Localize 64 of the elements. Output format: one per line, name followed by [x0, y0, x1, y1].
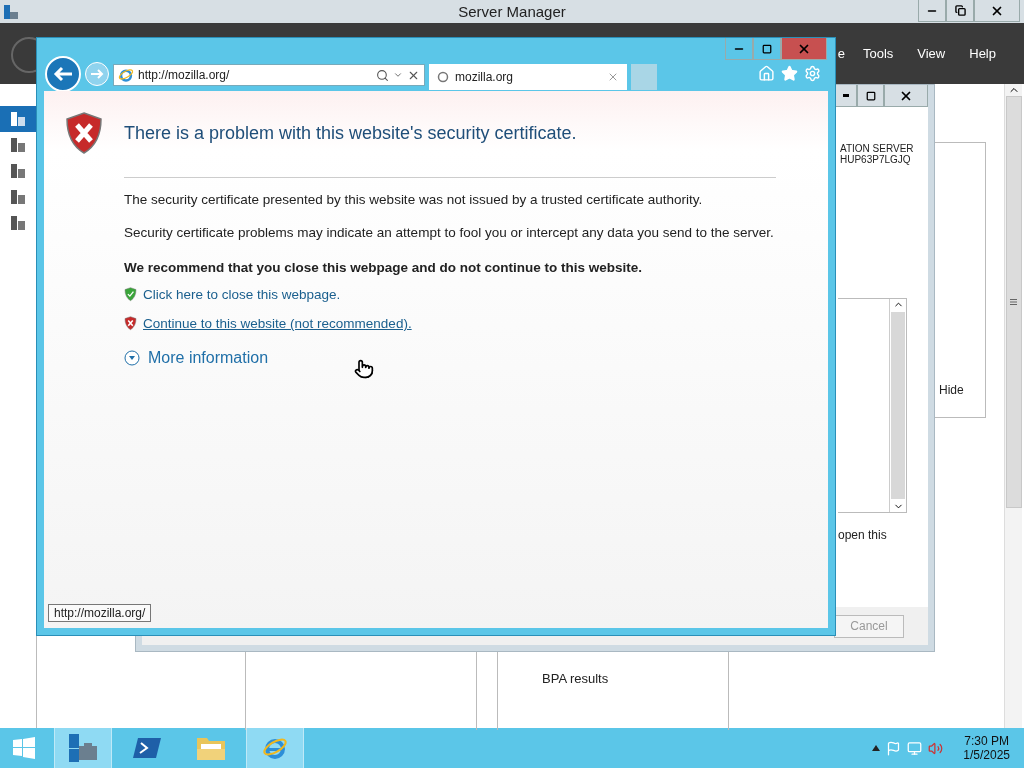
- sidebar-item[interactable]: [0, 106, 36, 132]
- server-text: HUP63P7LGJQ: [840, 154, 912, 165]
- arrow-left-icon: [53, 66, 73, 82]
- paragraph: The security certificate presented by this website was not issued by a trusted certificate authority.: [124, 191, 704, 209]
- restore-button[interactable]: [946, 0, 974, 22]
- maximize-button[interactable]: [857, 85, 884, 107]
- close-button[interactable]: [884, 85, 928, 107]
- scrollbar[interactable]: [889, 299, 906, 512]
- shield-icon: [124, 287, 137, 302]
- taskbar-button[interactable]: [54, 728, 112, 768]
- recommendation-text: We recommend that you close this webpage and do not continue to this website.: [124, 260, 644, 275]
- paragraph: Security certificate problems may indicate an attempt to fool you or intercept any data you send to the server.: [124, 224, 775, 242]
- dashboard-icon: [10, 215, 26, 231]
- maximize-button[interactable]: [753, 38, 781, 60]
- search-icon[interactable]: [376, 68, 389, 82]
- menu-item[interactable]: e: [837, 46, 851, 61]
- powershell-icon: [132, 735, 162, 761]
- scroll-thumb[interactable]: [1005, 96, 1022, 508]
- dashboard-icon: [10, 189, 26, 205]
- server-text: ATION SERVER: [840, 143, 914, 154]
- menu-item[interactable]: Tools: [850, 46, 906, 61]
- hand-cursor-icon: [354, 359, 374, 379]
- minimize-icon: [843, 94, 849, 97]
- browser-tab[interactable]: mozilla.org: [429, 64, 627, 90]
- hide-link[interactable]: Hide: [939, 383, 964, 397]
- scroll-thumb[interactable]: [891, 312, 905, 499]
- address-bar[interactable]: http://mozilla.org/: [113, 64, 425, 86]
- menu-item[interactable]: Help: [957, 46, 1008, 61]
- arrow-right-icon: [90, 68, 104, 80]
- dashboard-icon: [10, 111, 26, 127]
- maximize-icon: [762, 43, 772, 54]
- server-manager-icon: [3, 3, 19, 20]
- close-button[interactable]: [974, 0, 1020, 22]
- caret-icon[interactable]: [872, 745, 881, 751]
- expand-icon: [124, 350, 140, 366]
- shield-icon: [64, 111, 104, 155]
- browser-icon: [118, 67, 134, 83]
- server-manager-icon: [67, 732, 99, 764]
- star-icon[interactable]: [781, 65, 798, 82]
- link[interactable]: Continue to this website (not recommended).: [143, 316, 412, 331]
- grip-icon: [1010, 299, 1017, 305]
- scrollbar[interactable]: [1004, 84, 1022, 728]
- clock[interactable]: 7:30 PM 1/5/2025: [963, 734, 1010, 762]
- status-url: http://mozilla.org/: [48, 604, 152, 622]
- back-button[interactable]: [10, 36, 36, 74]
- dashboard-icon: [10, 163, 26, 179]
- taskbar-button[interactable]: [246, 728, 304, 768]
- dashboard-icon: [10, 137, 26, 153]
- menu-item[interactable]: View: [905, 46, 958, 61]
- shield-icon: [124, 316, 137, 331]
- page-heading: There is a problem with this website's security certificate.: [124, 122, 577, 144]
- close-button[interactable]: [781, 38, 827, 60]
- windows-logo-icon: [12, 736, 36, 760]
- restore-icon: [954, 5, 966, 16]
- speaker-icon[interactable]: [928, 740, 944, 756]
- minimize-button[interactable]: [835, 85, 857, 107]
- note-text: open this: [838, 528, 887, 542]
- link[interactable]: Click here to close this webpage.: [143, 287, 341, 302]
- minimize-button[interactable]: [725, 38, 753, 60]
- tile-text: BPA results: [542, 671, 609, 686]
- minimize-button[interactable]: [918, 0, 946, 22]
- window-title: Server Manager: [458, 3, 566, 20]
- maximize-icon: [865, 90, 876, 101]
- more-information-button[interactable]: More information: [124, 349, 776, 367]
